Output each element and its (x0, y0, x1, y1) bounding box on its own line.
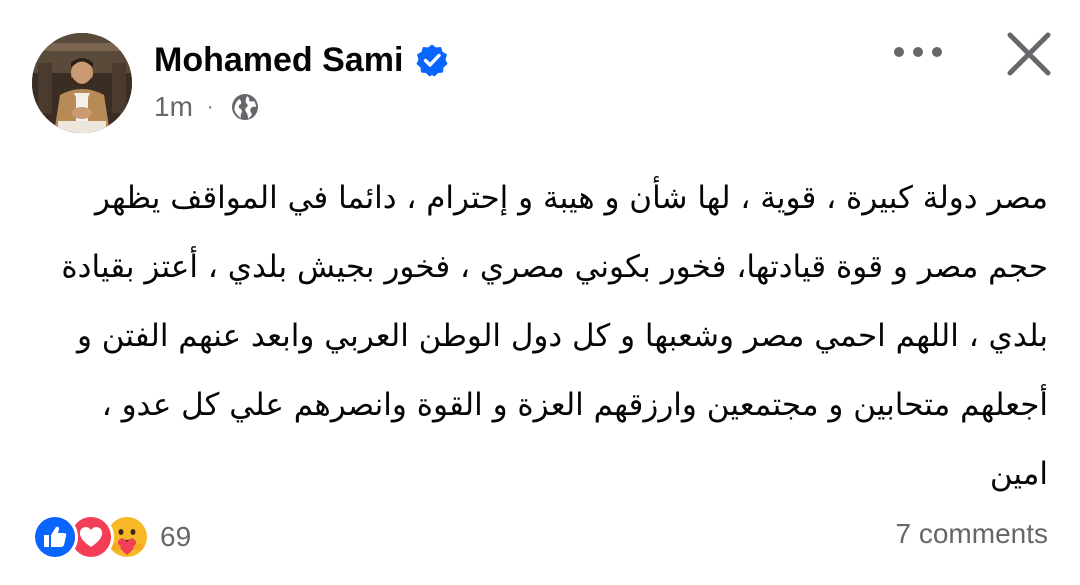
post-line: بلدي ، اللهم احمي مصر وشعبها و كل دول ال… (76, 318, 1048, 354)
post-line: حجم مصر و قوة قيادتها، فخور بكوني مصري ،… (61, 249, 1048, 285)
more-options-icon (894, 47, 942, 57)
post-card: Mohamed Sami 1m · مصر دولة كبيرة ، قوية … (0, 0, 1080, 585)
post-line: امين (989, 456, 1048, 492)
post-line: مصر دولة كبيرة ، قوية ، لها شأن و هيبة و… (94, 180, 1048, 216)
close-icon (1007, 32, 1051, 76)
comments-link[interactable]: 7 comments (896, 518, 1049, 550)
verified-badge-icon (415, 43, 449, 77)
avatar-photo (32, 33, 132, 133)
post-message: مصر دولة كبيرة ، قوية ، لها شأن و هيبة و… (32, 164, 1048, 509)
author-avatar[interactable] (32, 33, 132, 133)
globe-icon[interactable] (230, 92, 260, 122)
post-meta: 1m · (154, 89, 260, 125)
reactions-summary[interactable]: 69 (32, 514, 192, 560)
meta-separator: · (206, 95, 214, 118)
close-button[interactable] (1002, 27, 1056, 81)
more-options-button[interactable] (890, 32, 946, 72)
post-timestamp[interactable]: 1m (154, 91, 193, 123)
reaction-count: 69 (160, 521, 192, 552)
author-name[interactable]: Mohamed Sami (154, 41, 403, 80)
author-row: Mohamed Sami (154, 38, 449, 82)
post-line: أجعلهم متحابين و مجتمعين وارزقهم العزة و… (101, 387, 1048, 423)
like-icon (32, 514, 78, 560)
